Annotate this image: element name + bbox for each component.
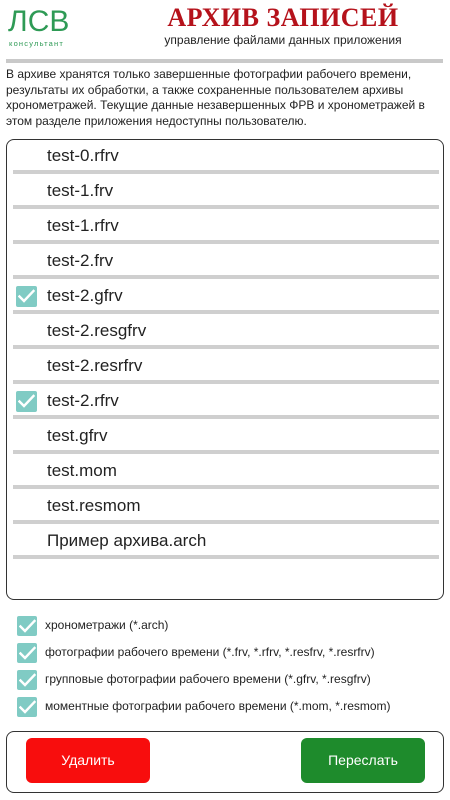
header-divider (6, 59, 443, 63)
row-divider (13, 205, 439, 209)
file-list-item[interactable]: test.gfrv (7, 420, 443, 455)
checkbox-unchecked[interactable] (16, 251, 37, 272)
file-list-item[interactable]: test-2.frv (7, 245, 443, 280)
checkbox-unchecked[interactable] (16, 181, 37, 202)
checkbox-unchecked[interactable] (16, 531, 37, 552)
logo-subtitle: консультант (9, 39, 65, 48)
filter-label: моментные фотографии рабочего времени (*… (45, 699, 391, 713)
checkbox-checked[interactable] (17, 643, 37, 663)
file-list-item[interactable]: test.resmom (7, 490, 443, 525)
filter-option[interactable]: моментные фотографии рабочего времени (*… (17, 696, 437, 718)
file-name: test-2.frv (47, 251, 114, 270)
file-list-item[interactable]: Пример архива.arch (7, 525, 443, 560)
checkbox-checked[interactable] (16, 391, 37, 412)
filter-option[interactable]: групповые фотографии рабочего времени (*… (17, 669, 437, 691)
file-name: test-1.frv (47, 181, 114, 200)
file-list-item[interactable]: test-1.frv (7, 175, 443, 210)
action-bar: Удалить Переслать (6, 731, 444, 793)
file-list-item[interactable]: test-2.rfrv (7, 385, 443, 420)
checkbox-checked[interactable] (17, 697, 37, 717)
checkbox-checked[interactable] (16, 286, 37, 307)
row-divider (13, 450, 439, 454)
checkbox-unchecked[interactable] (16, 146, 37, 167)
row-divider (13, 380, 439, 384)
page-title: АРХИВ ЗАПИСЕЙ (167, 3, 399, 32)
file-name: test-2.rfrv (47, 391, 119, 410)
filter-option[interactable]: фотографии рабочего времени (*.frv, *.rf… (17, 642, 437, 664)
checkbox-unchecked[interactable] (16, 496, 37, 517)
row-divider (13, 485, 439, 489)
file-name: test.resmom (47, 496, 141, 515)
file-list-item[interactable]: test.mom (7, 455, 443, 490)
checkbox-unchecked[interactable] (16, 461, 37, 482)
filter-option[interactable]: хронометражи (*.arch) (17, 615, 437, 637)
file-list[interactable]: test-0.rfrv test-1.frv test-1.rfrv test-2.f… (6, 139, 444, 600)
file-name: test-2.gfrv (47, 286, 123, 305)
file-list-item[interactable]: test-2.resgfrv (7, 315, 443, 350)
file-name: test-0.rfrv (47, 146, 119, 165)
file-name: Пример архива.arch (47, 531, 207, 550)
logo-mark: ЛСВ (8, 5, 70, 38)
file-name: test.gfrv (47, 426, 108, 445)
checkbox-checked[interactable] (17, 670, 37, 690)
row-divider (13, 345, 439, 349)
file-list-item[interactable]: test-2.resrfrv (7, 350, 443, 385)
row-divider (13, 170, 439, 174)
row-divider (13, 415, 439, 419)
checkbox-unchecked[interactable] (16, 426, 37, 447)
info-text: В архиве хранятся только завершенные фот… (6, 67, 425, 128)
delete-button[interactable]: Удалить (26, 738, 150, 783)
row-divider (13, 310, 439, 314)
filter-label: групповые фотографии рабочего времени (*… (45, 672, 371, 686)
row-divider (13, 555, 439, 559)
checkbox-unchecked[interactable] (16, 216, 37, 237)
app-header: ЛСВ консультант АРХИВ ЗАПИСЕЙ управление… (0, 0, 450, 63)
checkbox-checked[interactable] (17, 616, 37, 636)
checkbox-unchecked[interactable] (16, 321, 37, 342)
app-logo: ЛСВ консультант (8, 5, 86, 49)
filter-label: фотографии рабочего времени (*.frv, *.rf… (45, 645, 375, 659)
file-list-item[interactable]: test-2.gfrv (7, 280, 443, 315)
page-subtitle: управление файлами данных приложения (164, 33, 402, 47)
file-name: test-2.resrfrv (47, 356, 143, 375)
file-name: test-1.rfrv (47, 216, 119, 235)
file-name: test.mom (47, 461, 117, 480)
send-button[interactable]: Переслать (301, 738, 425, 783)
filter-label: хронометражи (*.arch) (45, 618, 169, 632)
row-divider (13, 275, 439, 279)
row-divider (13, 240, 439, 244)
file-list-item[interactable]: test-0.rfrv (7, 140, 443, 175)
row-divider (13, 520, 439, 524)
file-list-item[interactable]: test-1.rfrv (7, 210, 443, 245)
file-name: test-2.resgfrv (47, 321, 147, 340)
checkbox-unchecked[interactable] (16, 356, 37, 377)
